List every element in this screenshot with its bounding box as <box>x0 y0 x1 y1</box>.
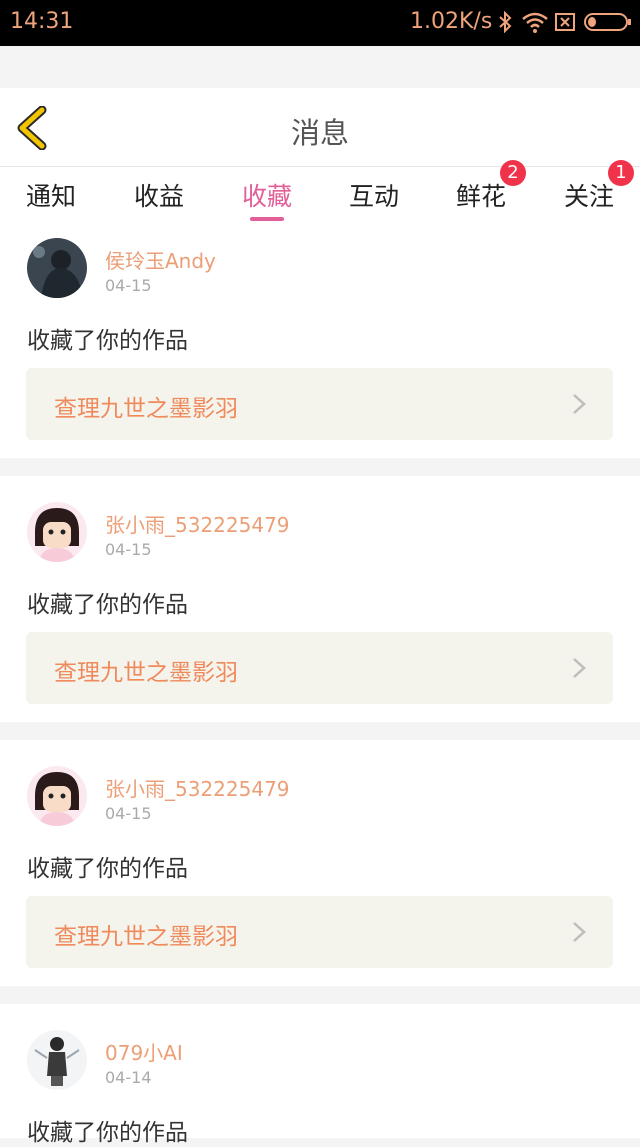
message-date: 04-14 <box>105 1068 152 1087</box>
page-title: 消息 <box>290 116 349 150</box>
username[interactable]: 侯玲玉Andy <box>105 245 216 274</box>
username[interactable]: 张小雨_532225479 <box>105 773 290 802</box>
chevron-right-icon <box>573 394 586 414</box>
message-date: 04-15 <box>105 804 152 823</box>
message-text: 收藏了你的作品 <box>27 1120 188 1146</box>
chevron-right-icon <box>573 922 586 942</box>
avatar[interactable] <box>27 502 87 562</box>
network-speed: 1.02K/s <box>410 9 493 34</box>
tab-earnings[interactable]: 收益 <box>134 177 184 213</box>
sim-card-icon <box>554 10 576 34</box>
top-spacer <box>0 46 640 88</box>
work-title: 查理九世之墨影羽 <box>54 924 238 950</box>
message-text: 收藏了你的作品 <box>27 592 188 618</box>
status-bar: 14:31 1.02K/s <box>0 0 640 46</box>
work-link[interactable]: 查理九世之墨影羽 <box>26 632 613 704</box>
tab-favorites[interactable]: 收藏 <box>242 177 292 213</box>
status-time: 14:31 <box>10 9 74 34</box>
message-date: 04-15 <box>105 276 152 295</box>
work-title: 查理九世之墨影羽 <box>54 660 238 686</box>
flowers-badge: 2 <box>500 160 526 186</box>
tab-flowers[interactable]: 鲜花 <box>456 177 506 213</box>
avatar[interactable] <box>27 238 87 298</box>
message-card: 079小AI 04-14 收藏了你的作品 <box>0 1004 640 1146</box>
battery-icon <box>584 10 632 34</box>
tab-notifications[interactable]: 通知 <box>26 177 76 213</box>
message-date: 04-15 <box>105 540 152 559</box>
message-text: 收藏了你的作品 <box>27 856 188 882</box>
wifi-icon <box>520 10 550 34</box>
username[interactable]: 079小AI <box>105 1037 183 1066</box>
avatar[interactable] <box>27 1030 87 1090</box>
message-text: 收藏了你的作品 <box>27 328 188 354</box>
username[interactable]: 张小雨_532225479 <box>105 509 290 538</box>
active-tab-indicator <box>250 217 284 221</box>
follows-badge: 1 <box>608 160 634 186</box>
header: 消息 <box>0 88 640 167</box>
tab-follows[interactable]: 关注 <box>564 177 614 213</box>
tab-bar: 通知 收益 收藏 互动 鲜花 关注 2 1 <box>0 160 640 225</box>
avatar[interactable] <box>27 766 87 826</box>
chevron-right-icon <box>573 658 586 678</box>
message-card: 张小雨_532225479 04-15 收藏了你的作品 查理九世之墨影羽 <box>0 740 640 986</box>
work-link[interactable]: 查理九世之墨影羽 <box>26 368 613 440</box>
message-card: 侯玲玉Andy 04-15 收藏了你的作品 查理九世之墨影羽 <box>0 225 640 458</box>
work-link[interactable]: 查理九世之墨影羽 <box>26 896 613 968</box>
message-card: 张小雨_532225479 04-15 收藏了你的作品 查理九世之墨影羽 <box>0 476 640 722</box>
work-title: 查理九世之墨影羽 <box>54 396 238 422</box>
bluetooth-icon <box>496 10 514 34</box>
tab-interactions[interactable]: 互动 <box>349 177 399 213</box>
